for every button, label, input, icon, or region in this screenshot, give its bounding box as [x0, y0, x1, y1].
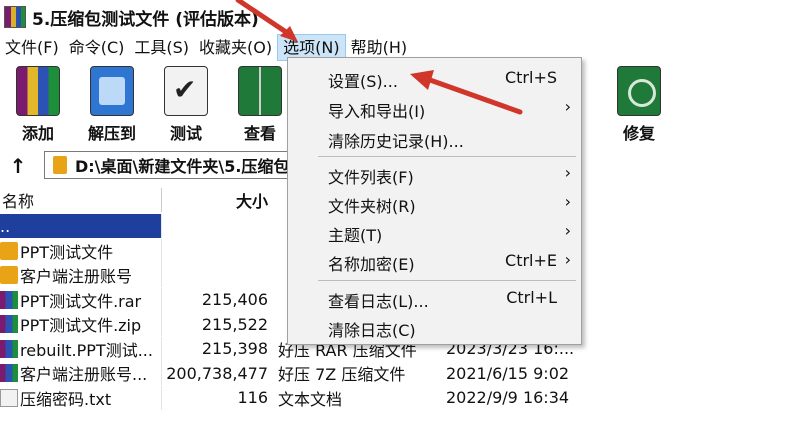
- extract-button[interactable]: 解压到: [76, 66, 148, 143]
- menu-item-label: 文件夹树(R): [328, 197, 416, 216]
- app-icon: [4, 6, 26, 28]
- menu-item-shortcut: Ctrl+E: [505, 251, 557, 270]
- menu-file[interactable]: 文件(F): [0, 34, 64, 61]
- menu-favorites[interactable]: 收藏夹(O): [194, 34, 277, 61]
- options-menu: 设置(S)... Ctrl+S 导入和导出(I) › 清除历史记录(H)... …: [287, 57, 582, 345]
- column-name[interactable]: 名称: [0, 188, 162, 212]
- menu-item-theme[interactable]: 主题(T) ›: [288, 218, 581, 247]
- window-title: 5.压缩包测试文件 (评估版本): [32, 9, 259, 30]
- menu-item-clear-history[interactable]: 清除历史记录(H)...: [288, 124, 581, 153]
- file-size: 215,522: [201, 314, 268, 334]
- submenu-arrow-icon: ›: [564, 163, 571, 182]
- archive-icon: [0, 315, 18, 334]
- folder-icon: [0, 241, 18, 260]
- file-date: 2022/9/9 16:34: [446, 388, 570, 408]
- repair-kit-icon: [617, 66, 661, 116]
- add-button[interactable]: 添加: [2, 66, 74, 143]
- menu-item-label: 名称加密(E): [328, 255, 415, 274]
- repair-label: 修复: [622, 124, 655, 143]
- menu-item-label: 清除日志(C): [328, 321, 416, 340]
- menu-item-shortcut: Ctrl+L: [506, 288, 557, 307]
- file-name: rebuilt.PPT测试...: [20, 340, 153, 360]
- menu-tools[interactable]: 工具(S): [129, 34, 194, 61]
- menu-item-clear-log[interactable]: 清除日志(C): [288, 313, 581, 342]
- submenu-arrow-icon: ›: [564, 192, 571, 211]
- menu-item-view-log[interactable]: 查看日志(L)... Ctrl+L: [288, 284, 581, 313]
- menu-separator: [318, 156, 576, 157]
- file-size: 215,406: [201, 290, 268, 310]
- add-archive-icon: [16, 66, 60, 116]
- file-name: PPT测试文件.zip: [20, 316, 142, 336]
- menu-item-folder-tree[interactable]: 文件夹树(R) ›: [288, 189, 581, 218]
- archive-icon: [0, 290, 18, 309]
- file-type: 文本文档: [278, 389, 343, 409]
- extract-folder-icon: [90, 66, 134, 116]
- submenu-arrow-icon: ›: [564, 97, 571, 116]
- submenu-arrow-icon: ›: [564, 221, 571, 240]
- repair-button[interactable]: 修复: [603, 66, 675, 143]
- file-size: 200,738,477: [166, 363, 268, 383]
- submenu-arrow-icon: ›: [564, 250, 571, 269]
- file-name: 客户端注册账号: [20, 267, 133, 287]
- file-name: PPT测试文件.rar: [20, 291, 142, 311]
- file-name: ..: [0, 216, 11, 236]
- view-book-icon: [238, 66, 282, 116]
- path-field[interactable]: D:\桌面\新建文件夹\5.压缩包: [44, 151, 304, 179]
- file-type: 好压 7Z 压缩文件: [278, 365, 406, 385]
- file-name: 客户端注册账号...: [20, 365, 148, 385]
- folder-icon: [53, 156, 67, 174]
- file-date: 2021/6/15 9:02: [446, 363, 570, 383]
- archive-icon: [0, 339, 18, 358]
- menu-command[interactable]: 命令(C): [64, 34, 130, 61]
- test-label: 测试: [169, 124, 202, 143]
- table-row[interactable]: 客户端注册账号... 200,738,477 好压 7Z 压缩文件 2021/6…: [0, 361, 800, 386]
- menu-item-label: 查看日志(L)...: [328, 292, 429, 311]
- table-row[interactable]: 压缩密码.txt 116 文本文档 2022/9/9 16:34: [0, 385, 800, 411]
- menu-separator: [318, 280, 576, 281]
- test-checklist-icon: [164, 66, 208, 116]
- file-size: 215,398: [201, 339, 268, 359]
- file-name: 压缩密码.txt: [20, 389, 112, 409]
- add-label: 添加: [21, 124, 54, 143]
- test-button[interactable]: 测试: [150, 66, 222, 143]
- view-button[interactable]: 查看: [224, 66, 296, 143]
- menu-item-settings[interactable]: 设置(S)... Ctrl+S: [288, 64, 581, 93]
- menu-item-name-encrypt[interactable]: 名称加密(E) Ctrl+E ›: [288, 247, 581, 276]
- archive-icon: [0, 364, 18, 383]
- text-file-icon: [0, 388, 18, 407]
- path-text: D:\桌面\新建文件夹\5.压缩包: [75, 157, 290, 176]
- menu-item-label: 导入和导出(I): [328, 102, 426, 121]
- folder-icon: [0, 266, 18, 285]
- menu-item-import-export[interactable]: 导入和导出(I) ›: [288, 94, 581, 123]
- menu-item-shortcut: Ctrl+S: [504, 68, 557, 87]
- column-size[interactable]: 大小: [162, 188, 274, 212]
- menu-item-label: 清除历史记录(H)...: [328, 132, 464, 151]
- up-arrow-icon[interactable]: ↑: [4, 152, 32, 180]
- file-name: PPT测试文件: [20, 242, 114, 262]
- menu-item-label: 主题(T): [328, 226, 383, 245]
- file-size: 116: [237, 388, 268, 408]
- title-bar: 5.压缩包测试文件 (评估版本): [0, 0, 800, 34]
- menu-item-label: 设置(S)...: [328, 72, 398, 91]
- menu-item-label: 文件列表(F): [328, 168, 414, 187]
- view-label: 查看: [243, 124, 276, 143]
- menu-item-file-list[interactable]: 文件列表(F) ›: [288, 160, 581, 189]
- extract-label: 解压到: [87, 124, 136, 143]
